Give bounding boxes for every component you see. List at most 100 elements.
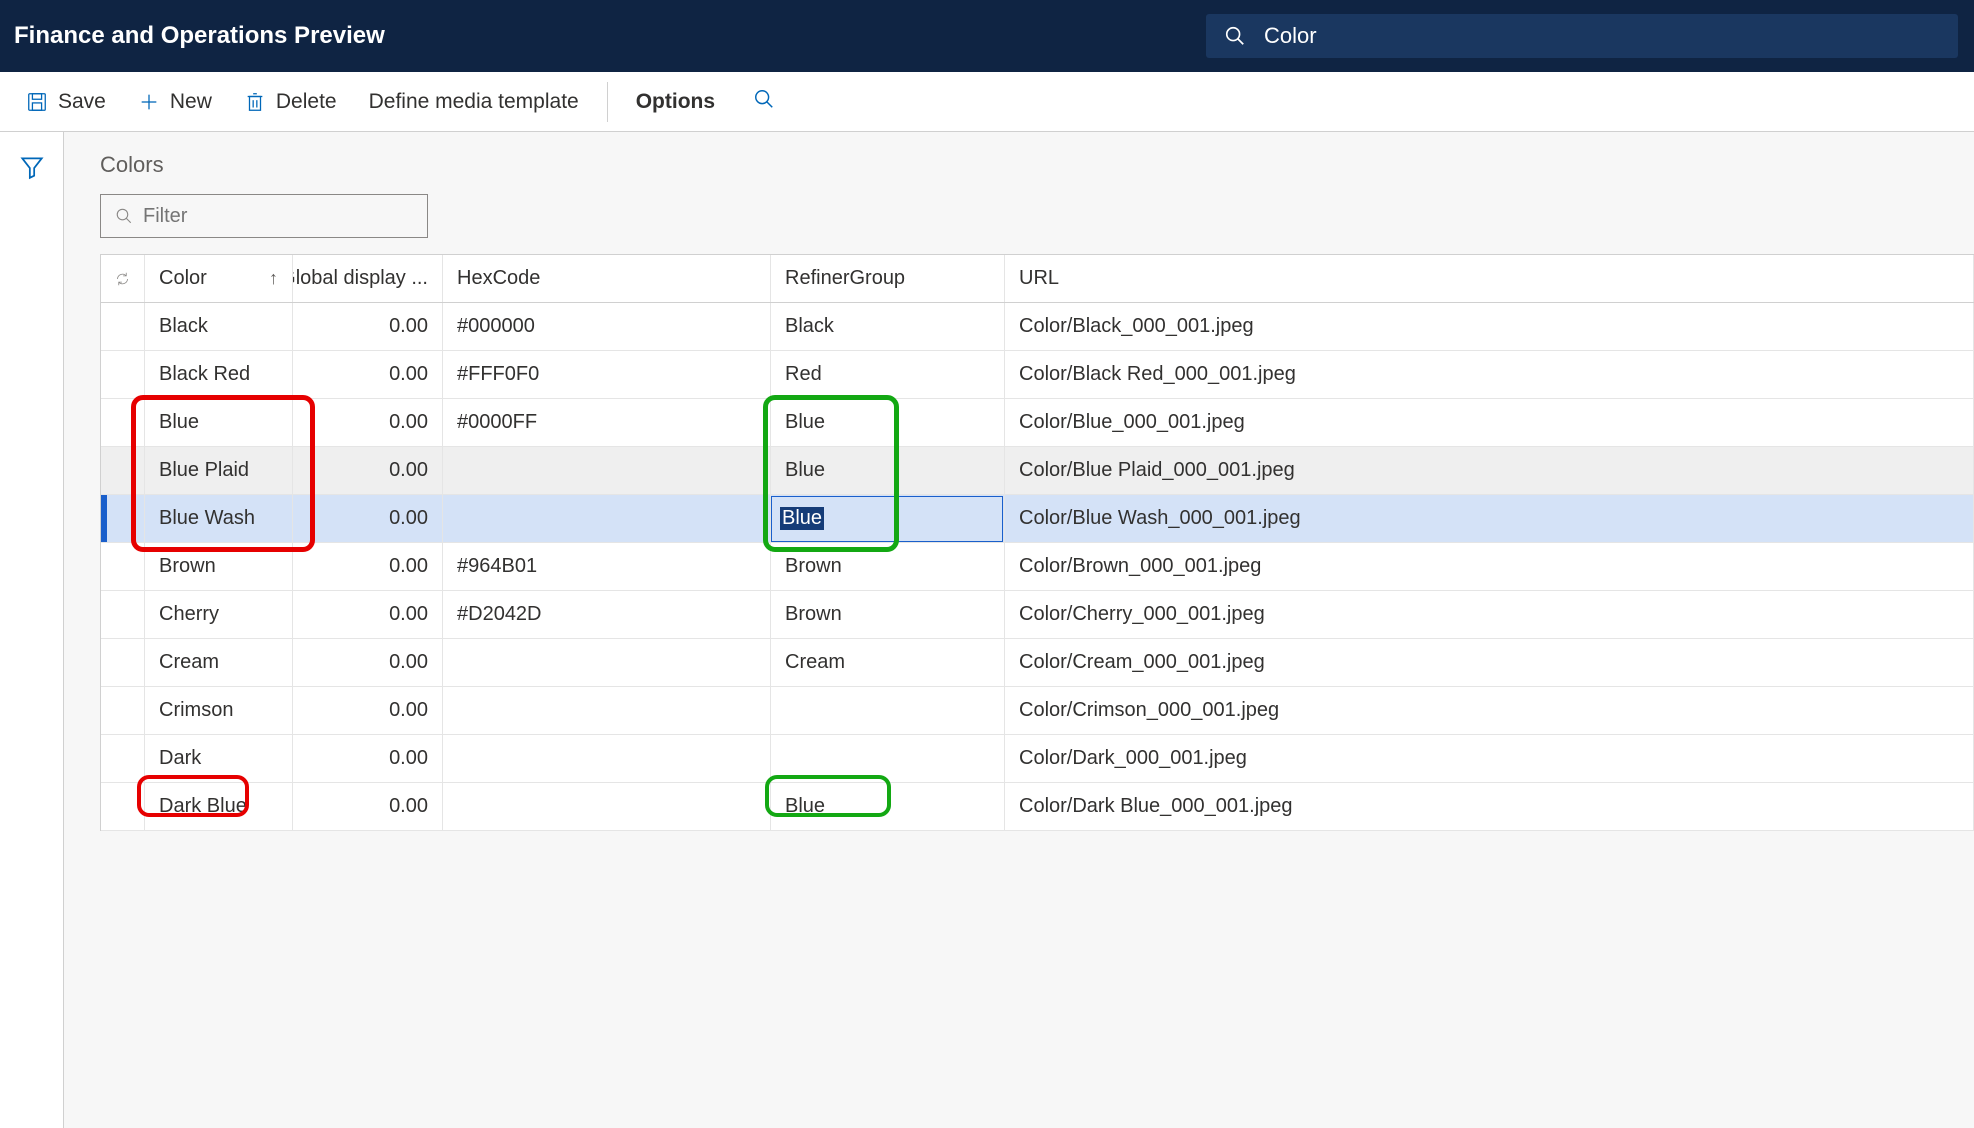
cell-url[interactable]: Color/Brown_000_001.jpeg (1005, 543, 1974, 590)
row-handle[interactable] (101, 735, 145, 782)
cell-color[interactable]: Dark Blue (145, 783, 293, 830)
cell-refiner[interactable]: Red (771, 351, 1005, 398)
action-search-button[interactable] (753, 88, 775, 115)
cell-hexcode[interactable]: #D2042D (443, 591, 771, 638)
cell-hexcode[interactable] (443, 783, 771, 830)
funnel-icon[interactable] (19, 154, 45, 1128)
cell-url[interactable]: Color/Black_000_001.jpeg (1005, 303, 1974, 350)
cell-color[interactable]: Blue (145, 399, 293, 446)
cell-refiner[interactable]: Blue (771, 447, 1005, 494)
row-handle[interactable] (101, 303, 145, 350)
cell-hexcode[interactable]: #FFF0F0 (443, 351, 771, 398)
cell-global-display[interactable]: 0.00 (293, 447, 443, 494)
cell-global-display[interactable]: 0.00 (293, 543, 443, 590)
trash-icon (244, 91, 266, 113)
cell-color[interactable]: Crimson (145, 687, 293, 734)
row-handle[interactable] (101, 783, 145, 830)
cell-color[interactable]: Cherry (145, 591, 293, 638)
cell-url[interactable]: Color/Cream_000_001.jpeg (1005, 639, 1974, 686)
options-label: Options (636, 90, 715, 114)
row-handle[interactable] (101, 639, 145, 686)
cell-color[interactable]: Black Red (145, 351, 293, 398)
delete-button[interactable]: Delete (228, 84, 353, 120)
cell-refiner[interactable]: Black (771, 303, 1005, 350)
cell-refiner[interactable] (771, 687, 1005, 734)
cell-global-display[interactable]: 0.00 (293, 303, 443, 350)
table-row[interactable]: Crimson0.00 Color/Crimson_000_001.jpeg (101, 687, 1974, 735)
cell-url[interactable]: Color/Black Red_000_001.jpeg (1005, 351, 1974, 398)
cell-color[interactable]: Blue Wash (145, 495, 293, 542)
cell-hexcode[interactable] (443, 495, 771, 542)
cell-url[interactable]: Color/Dark Blue_000_001.jpeg (1005, 783, 1974, 830)
table-row[interactable]: Cherry0.00#D2042DBrownColor/Cherry_000_0… (101, 591, 1974, 639)
cell-refiner[interactable]: Blue (771, 399, 1005, 446)
cell-global-display[interactable]: 0.00 (293, 399, 443, 446)
cell-hexcode[interactable]: #0000FF (443, 399, 771, 446)
cell-url[interactable]: Color/Dark_000_001.jpeg (1005, 735, 1974, 782)
cell-refiner[interactable]: Brown (771, 543, 1005, 590)
cell-refiner[interactable]: Cream (771, 639, 1005, 686)
table-row[interactable]: Blue Plaid0.00 BlueColor/Blue Plaid_000_0… (101, 447, 1974, 495)
cell-hexcode[interactable] (443, 687, 771, 734)
row-handle[interactable] (101, 351, 145, 398)
row-handle[interactable] (101, 543, 145, 590)
table-row[interactable]: Blue Wash0.00 BlueColor/Blue Wash_000_001… (101, 495, 1974, 543)
cell-color[interactable]: Blue Plaid (145, 447, 293, 494)
column-refiner-label: RefinerGroup (785, 267, 905, 290)
row-handle[interactable] (101, 399, 145, 446)
table-row[interactable]: Dark Blue0.00 BlueColor/Dark Blue_000_001… (101, 783, 1974, 831)
define-media-button[interactable]: Define media template (353, 84, 595, 120)
cell-color[interactable]: Dark (145, 735, 293, 782)
cell-url[interactable]: Color/Blue Plaid_000_001.jpeg (1005, 447, 1974, 494)
cell-global-display[interactable]: 0.00 (293, 639, 443, 686)
save-button[interactable]: Save (10, 84, 122, 120)
row-handle[interactable] (101, 591, 145, 638)
cell-color[interactable]: Cream (145, 639, 293, 686)
cell-url[interactable]: Color/Blue_000_001.jpeg (1005, 399, 1974, 446)
row-handle[interactable] (101, 495, 145, 542)
cell-global-display[interactable]: 0.00 (293, 351, 443, 398)
new-label: New (170, 90, 212, 114)
cell-refiner[interactable] (771, 735, 1005, 782)
cell-hexcode[interactable] (443, 639, 771, 686)
column-color-label: Color (159, 267, 207, 290)
cell-hexcode[interactable]: #000000 (443, 303, 771, 350)
cell-global-display[interactable]: 0.00 (293, 735, 443, 782)
cell-hexcode[interactable] (443, 447, 771, 494)
column-hexcode[interactable]: HexCode (443, 255, 771, 302)
column-url[interactable]: URL (1005, 255, 1974, 302)
cell-color[interactable]: Brown (145, 543, 293, 590)
grid-filter[interactable] (100, 194, 428, 238)
cell-refiner[interactable]: Brown (771, 591, 1005, 638)
table-row[interactable]: Blue0.00#0000FFBlueColor/Blue_000_001.jp… (101, 399, 1974, 447)
refresh-column[interactable] (101, 255, 145, 302)
table-row[interactable]: Dark0.00 Color/Dark_000_001.jpeg (101, 735, 1974, 783)
row-handle[interactable] (101, 447, 145, 494)
column-refiner[interactable]: RefinerGroup (771, 255, 1005, 302)
cell-global-display[interactable]: 0.00 (293, 783, 443, 830)
cell-url[interactable]: Color/Crimson_000_001.jpeg (1005, 687, 1974, 734)
row-handle[interactable] (101, 687, 145, 734)
cell-refiner[interactable]: Blue (771, 783, 1005, 830)
cell-url[interactable]: Color/Blue Wash_000_001.jpeg (1005, 495, 1974, 542)
grid-filter-input[interactable] (143, 205, 413, 228)
cell-color[interactable]: Black (145, 303, 293, 350)
global-search[interactable] (1206, 14, 1958, 58)
cell-hexcode[interactable]: #964B01 (443, 543, 771, 590)
cell-global-display[interactable]: 0.00 (293, 591, 443, 638)
table-row[interactable]: Black Red0.00#FFF0F0RedColor/Black Red_0… (101, 351, 1974, 399)
cell-url[interactable]: Color/Cherry_000_001.jpeg (1005, 591, 1974, 638)
table-row[interactable]: Cream0.00CreamColor/Cream_000_001.jpeg (101, 639, 1974, 687)
new-button[interactable]: New (122, 84, 228, 120)
column-global-display[interactable]: Global display ... (293, 255, 443, 302)
options-button[interactable]: Options (620, 84, 731, 120)
cell-global-display[interactable]: 0.00 (293, 495, 443, 542)
column-color[interactable]: Color ↑ (145, 255, 293, 302)
content-area: Colors Color ↑ Global display ... HexCod… (64, 132, 1974, 1128)
cell-global-display[interactable]: 0.00 (293, 687, 443, 734)
table-row[interactable]: Brown0.00#964B01BrownColor/Brown_000_001… (101, 543, 1974, 591)
table-row[interactable]: Black0.00#000000BlackColor/Black_000_001… (101, 303, 1974, 351)
search-input[interactable] (1264, 23, 1940, 49)
cell-hexcode[interactable] (443, 735, 771, 782)
cell-refiner-editing[interactable]: Blue (771, 495, 1005, 542)
